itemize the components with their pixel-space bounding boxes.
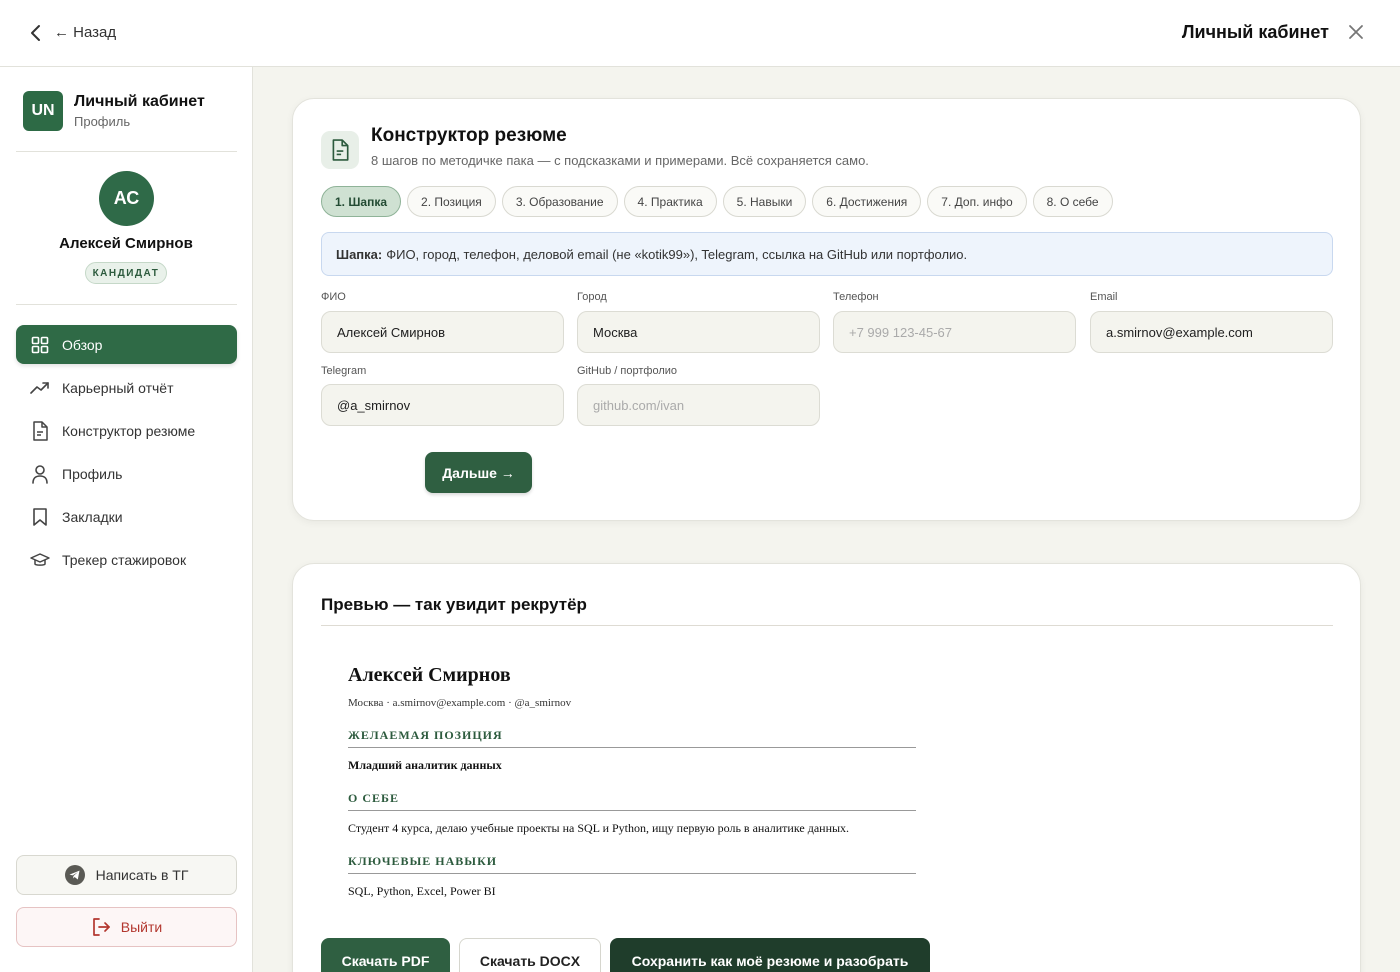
builder-title: Конструктор резюме [371, 125, 567, 146]
telegram-label: Telegram [321, 365, 367, 377]
back-link[interactable]: ← Назад [54, 24, 116, 41]
step-tab-skills[interactable]: 5. Навыки [722, 186, 807, 217]
sidebar-item-resume-builder[interactable]: Конструктор резюме [16, 411, 237, 450]
save-resume-button[interactable]: Сохранить как моё резюме и разобрать [610, 938, 930, 972]
grid-icon [30, 335, 50, 355]
telegram-icon [64, 865, 85, 885]
phone-field[interactable]: +7 999 123-45-67 [833, 311, 1076, 353]
user-name: Алексей Смирнов [59, 235, 193, 252]
resume-section-heading: ЖЕЛАЕМАЯ ПОЗИЦИЯ [348, 728, 916, 748]
sidebar: UN Личный кабинет Профиль АС Алексей Сми… [0, 67, 253, 972]
hint-title: Шапка: [336, 246, 383, 262]
github-field[interactable]: github.com/ivan [577, 384, 820, 426]
hint-box: Шапка: ФИО, город, телефон, деловой emai… [321, 232, 1333, 276]
avatar: АС [99, 171, 154, 226]
preview-card: Превью — так увидит рекрутёр Алексей Сми… [292, 563, 1361, 972]
sidebar-item-label: Конструктор резюме [62, 422, 196, 439]
sidebar-item-label: Профиль [62, 465, 123, 482]
fio-label: ФИО [321, 291, 346, 303]
top-bar: ← Назад Личный кабинет [0, 0, 1400, 67]
sidebar-item-label: Трекер стажировок [62, 551, 187, 568]
sidebar-item-overview[interactable]: Обзор [16, 325, 237, 364]
resume-name: Алексей Смирнов [348, 664, 511, 686]
graduation-cap-icon [30, 550, 50, 570]
step-tab-extra-info[interactable]: 7. Доп. инфо [927, 186, 1027, 217]
city-label: Город [577, 291, 607, 303]
close-icon[interactable] [1346, 22, 1366, 42]
document-icon [30, 420, 50, 441]
email-label: Email [1090, 291, 1118, 303]
sidebar-nav: Обзор Карьерный отчёт Конструктор резюме… [16, 325, 237, 583]
step-tabs: 1. Шапка 2. Позиция 3. Образование 4. Пр… [321, 186, 1119, 217]
resume-contacts: Москва · a.smirnov@example.com · @a_smir… [348, 697, 572, 709]
resume-section-heading: О СЕБЕ [348, 791, 916, 811]
telegram-button-label: Написать в ТГ [95, 867, 189, 883]
brand-subtitle: Профиль [74, 114, 131, 129]
phone-label: Телефон [833, 291, 879, 303]
hint-text: ФИО, город, телефон, деловой email (не «… [386, 246, 968, 262]
divider [16, 151, 237, 152]
sidebar-item-bookmarks[interactable]: Закладки [16, 497, 237, 536]
divider [16, 304, 237, 305]
step-tab-position[interactable]: 2. Позиция [407, 186, 496, 217]
step-tab-about[interactable]: 8. О себе [1032, 186, 1113, 217]
divider [321, 625, 1333, 626]
document-icon [321, 131, 359, 169]
sidebar-item-career-report[interactable]: Карьерный отчёт [16, 368, 237, 407]
builder-subtitle: 8 шагов по методичке пака — с подсказкам… [371, 153, 869, 168]
bookmark-icon [30, 507, 50, 527]
logout-icon [92, 918, 110, 936]
sidebar-item-label: Карьерный отчёт [62, 379, 174, 396]
user-icon [30, 464, 50, 484]
chevron-left-icon[interactable] [26, 22, 46, 44]
preview-title: Превью — так увидит рекрутёр [321, 595, 587, 614]
github-label: GitHub / портфолио [577, 365, 677, 377]
download-pdf-button[interactable]: Скачать PDF [321, 938, 450, 972]
resume-section-heading: КЛЮЧЕВЫЕ НАВЫКИ [348, 854, 916, 874]
step-tab-practice[interactable]: 4. Практика [623, 186, 717, 217]
role-badge: КАНДИДАТ [85, 262, 167, 284]
resume-section-text: SQL, Python, Excel, Power BI [348, 884, 496, 898]
page-title: Личный кабинет [1181, 22, 1329, 42]
step-tab-header[interactable]: 1. Шапка [321, 186, 402, 217]
email-field[interactable]: a.smirnov@example.com [1090, 311, 1333, 353]
step-tab-achievements[interactable]: 6. Достижения [812, 186, 922, 217]
resume-builder-card: Конструктор резюме 8 шагов по методичке … [292, 98, 1361, 521]
logout-button[interactable]: Выйти [16, 907, 237, 947]
step-tab-education[interactable]: 3. Образование [501, 186, 618, 217]
trend-up-icon [30, 378, 50, 398]
brand-logo: UN [23, 91, 63, 131]
brand: UN Личный кабинет Профиль [23, 91, 205, 131]
next-button[interactable]: Дальше → [425, 452, 532, 493]
city-field[interactable]: Москва [577, 311, 820, 353]
sidebar-item-label: Закладки [62, 508, 123, 525]
resume-section-text: Младший аналитик данных [348, 758, 502, 772]
sidebar-item-profile[interactable]: Профиль [16, 454, 237, 493]
sidebar-item-label: Обзор [62, 336, 103, 353]
telegram-field[interactable]: @a_smirnov [321, 384, 564, 426]
resume-section-text: Студент 4 курса, делаю учебные проекты н… [348, 821, 850, 835]
telegram-button[interactable]: Написать в ТГ [16, 855, 237, 895]
logout-button-label: Выйти [120, 919, 163, 935]
sidebar-item-internship-tracker[interactable]: Трекер стажировок [16, 540, 237, 579]
brand-title: Личный кабинет [74, 93, 205, 110]
fio-field[interactable]: Алексей Смирнов [321, 311, 564, 353]
download-docx-button[interactable]: Скачать DOCX [459, 938, 601, 972]
